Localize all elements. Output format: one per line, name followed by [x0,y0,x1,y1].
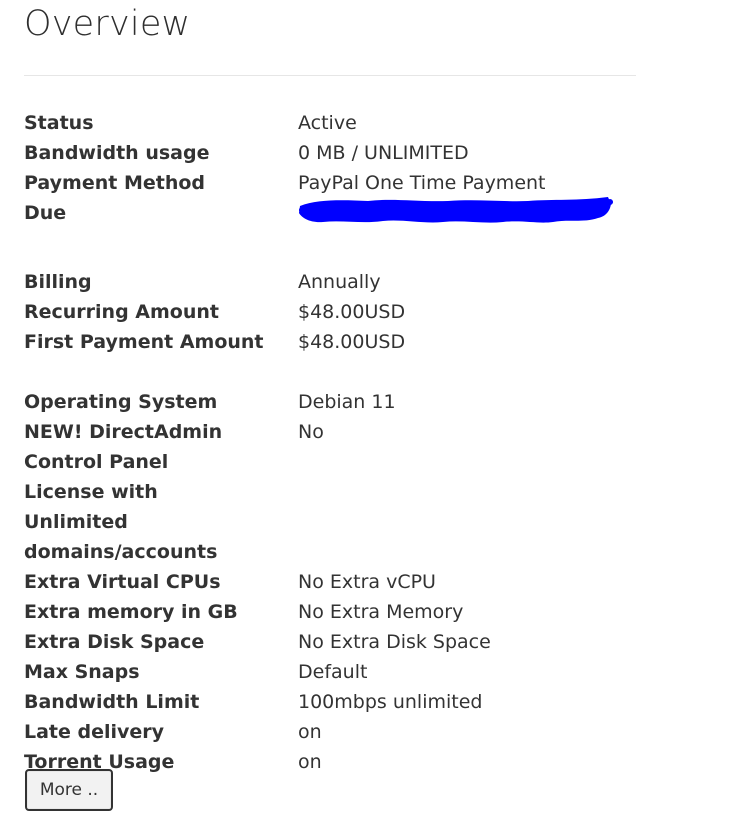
bandwidth-limit-label: Bandwidth Limit [24,691,200,713]
page-title: Overview [24,4,191,44]
more-button[interactable]: More .. [25,769,113,811]
torrent-usage-value: on [298,751,322,773]
operating-system-label: Operating System [24,391,218,413]
max-snaps-value: Default [298,661,368,683]
detail-row-bandwidth-limit: Bandwidth Limit 100mbps unlimited [24,687,644,717]
detail-row-payment-method: Payment Method PayPal One Time Payment [24,168,644,198]
detail-row-extra-memory: Extra memory in GB No Extra Memory [24,597,644,627]
bandwidth-limit-value: 100mbps unlimited [298,691,483,713]
first-payment-amount-label: First Payment Amount [24,331,264,353]
redaction-scribble [298,196,613,226]
late-delivery-label: Late delivery [24,721,165,743]
extra-disk-space-label: Extra Disk Space [24,631,205,653]
bandwidth-usage-value: 0 MB / UNLIMITED [298,142,469,164]
payment-method-value: PayPal One Time Payment [298,172,546,194]
bandwidth-usage-label: Bandwidth usage [24,142,210,164]
payment-method-label: Payment Method [24,172,206,194]
directadmin-license-label: NEW! DirectAdmin Control Panel License w… [24,421,223,563]
extra-vcpus-value: No Extra vCPU [298,571,436,593]
detail-row-due: Due [24,196,644,237]
due-label: Due [24,202,67,224]
billing-value: Annually [298,271,381,293]
billing-label: Billing [24,271,92,293]
recurring-amount-value: $48.00USD [298,301,406,323]
detail-row-max-snaps: Max Snaps Default [24,657,644,687]
operating-system-value: Debian 11 [298,391,396,413]
due-value [298,196,644,237]
detail-row-operating-system: Operating System Debian 11 [24,387,644,417]
detail-row-extra-disk-space: Extra Disk Space No Extra Disk Space [24,627,644,657]
directadmin-license-value: No [298,421,324,443]
detail-row-first-payment-amount: First Payment Amount $48.00USD [24,327,644,357]
detail-row-torrent-usage: Torrent Usage on [24,747,644,777]
detail-row-directadmin-license: NEW! DirectAdmin Control Panel License w… [24,417,644,567]
details-list: Status Active Bandwidth usage 0 MB / UNL… [24,108,644,777]
detail-row-recurring-amount: Recurring Amount $48.00USD [24,297,644,327]
extra-memory-label: Extra memory in GB [24,601,238,623]
max-snaps-label: Max Snaps [24,661,140,683]
detail-row-billing: Billing Annually [24,267,644,297]
detail-row-late-delivery: Late delivery on [24,717,644,747]
extra-disk-space-value: No Extra Disk Space [298,631,491,653]
extra-memory-value: No Extra Memory [298,601,464,623]
status-value: Active [298,112,357,134]
detail-row-status: Status Active [24,108,644,138]
detail-row-bandwidth-usage: Bandwidth usage 0 MB / UNLIMITED [24,138,644,168]
extra-vcpus-label: Extra Virtual CPUs [24,571,221,593]
first-payment-amount-value: $48.00USD [298,331,406,353]
late-delivery-value: on [298,721,322,743]
title-divider [24,75,636,76]
recurring-amount-label: Recurring Amount [24,301,219,323]
status-label: Status [24,112,94,134]
detail-row-extra-vcpus: Extra Virtual CPUs No Extra vCPU [24,567,644,597]
